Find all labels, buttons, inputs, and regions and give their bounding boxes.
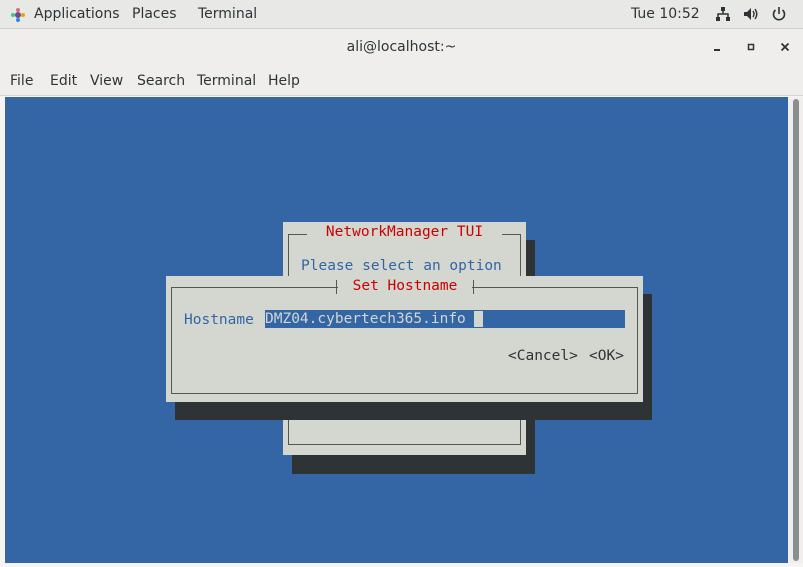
menu-terminal[interactable]: Terminal bbox=[197, 73, 256, 89]
hostname-dialog-frame bbox=[171, 287, 638, 394]
menu-file[interactable]: File bbox=[10, 73, 33, 89]
terminal-app-menu[interactable]: Terminal bbox=[198, 6, 257, 23]
menu-bar: File Edit View Search Terminal Help bbox=[0, 66, 803, 96]
minimize-icon bbox=[714, 49, 720, 51]
menu-search[interactable]: Search bbox=[137, 73, 185, 89]
minimize-button[interactable] bbox=[709, 39, 725, 55]
terminal-scrollbar[interactable] bbox=[788, 97, 803, 563]
menu-edit[interactable]: Edit bbox=[50, 73, 77, 89]
applications-menu[interactable]: Applications bbox=[34, 6, 120, 23]
text-cursor bbox=[474, 311, 483, 327]
menu-view[interactable]: View bbox=[90, 73, 123, 89]
main-dialog-title: NetworkManager TUI bbox=[307, 222, 502, 242]
close-icon bbox=[780, 42, 790, 52]
maximize-button[interactable] bbox=[743, 39, 759, 55]
places-menu[interactable]: Places bbox=[132, 6, 177, 23]
close-button[interactable] bbox=[777, 39, 793, 55]
main-dialog-prompt: Please select an option bbox=[301, 258, 502, 274]
volume-icon[interactable] bbox=[743, 6, 759, 22]
window-title: ali@localhost:~ bbox=[346, 39, 457, 55]
applications-icon[interactable] bbox=[11, 8, 25, 22]
power-icon[interactable] bbox=[771, 6, 787, 22]
hostname-dialog: Set Hostname Hostname DMZ04.cybertech365… bbox=[166, 276, 643, 402]
scrollbar-thumb[interactable] bbox=[793, 99, 799, 561]
network-icon[interactable] bbox=[715, 6, 731, 22]
hostname-dialog-title: Set Hostname bbox=[338, 276, 472, 296]
menu-help[interactable]: Help bbox=[268, 73, 300, 89]
gnome-top-bar: Applications Places Terminal Tue 10:52 bbox=[0, 0, 803, 29]
hostname-input[interactable]: DMZ04.cybertech365.info bbox=[265, 310, 625, 328]
hostname-input-value: DMZ04.cybertech365.info bbox=[265, 311, 466, 327]
maximize-icon bbox=[747, 43, 755, 51]
terminal-area[interactable]: NetworkManager TUI Please select an opti… bbox=[5, 97, 788, 563]
hostname-label: Hostname bbox=[184, 312, 254, 328]
title-left-tee bbox=[336, 280, 337, 294]
cancel-button[interactable]: <Cancel> bbox=[508, 348, 578, 364]
ok-button[interactable]: <OK> bbox=[589, 348, 624, 364]
title-right-tee bbox=[473, 280, 474, 294]
window-title-bar[interactable]: ali@localhost:~ bbox=[0, 29, 803, 66]
clock[interactable]: Tue 10:52 bbox=[631, 6, 700, 23]
